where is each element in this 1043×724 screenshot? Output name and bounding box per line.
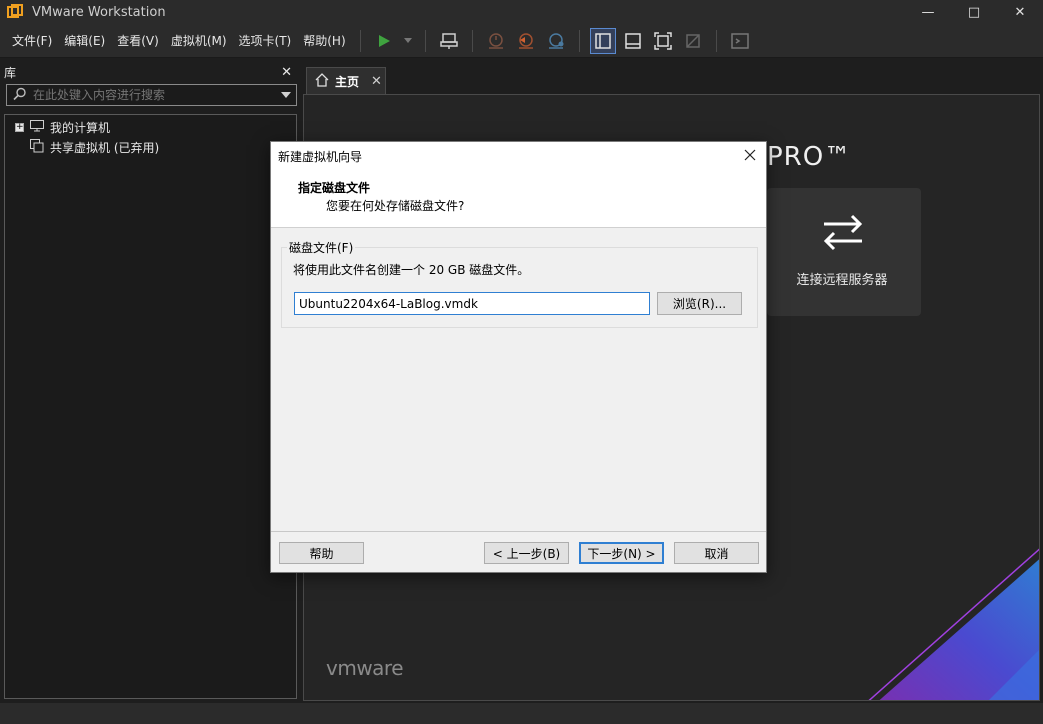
back-button[interactable]: < 上一步(B) xyxy=(484,542,569,564)
menu-view[interactable]: 查看(V) xyxy=(111,24,165,58)
library-view-icon[interactable] xyxy=(589,27,616,54)
console-icon[interactable] xyxy=(727,28,753,54)
menu-help[interactable]: 帮助(H) xyxy=(297,24,351,58)
library-header: 库 ✕ xyxy=(0,62,300,82)
menu-vm[interactable]: 虚拟机(M) xyxy=(165,24,233,58)
dialog-title: 新建虚拟机向导 xyxy=(278,150,363,164)
connect-remote-server-label[interactable]: 连接远程服务器 xyxy=(767,269,917,288)
library-close-icon[interactable]: ✕ xyxy=(281,65,292,80)
disk-file-description: 将使用此文件名创建一个 20 GB 磁盘文件。 xyxy=(293,263,530,277)
browse-button[interactable]: 浏览(R)... xyxy=(657,292,742,315)
dialog-title-bar: 新建虚拟机向导 xyxy=(271,142,766,171)
menu-edit[interactable]: 编辑(E) xyxy=(58,24,111,58)
menu-tabs[interactable]: 选项卡(T) xyxy=(233,24,298,58)
thumbnail-view-icon[interactable] xyxy=(620,28,646,54)
expand-icon[interactable]: + xyxy=(15,122,24,132)
status-bar xyxy=(0,703,1043,724)
decorative-gradient-graphic xyxy=(868,548,1039,700)
window-title: VMware Workstation xyxy=(32,4,166,20)
search-icon xyxy=(13,87,27,104)
dialog-close-icon[interactable] xyxy=(742,147,758,163)
dialog-header: 指定磁盘文件 您要在何处存储磁盘文件? xyxy=(271,171,766,228)
menu-file[interactable]: 文件(F) xyxy=(6,24,58,58)
dropdown-icon[interactable] xyxy=(401,28,415,54)
new-vm-wizard-dialog: 新建虚拟机向导 指定磁盘文件 您要在何处存储磁盘文件? 磁盘文件(F) 将使用此… xyxy=(270,141,767,573)
pro-logo: PRO™ xyxy=(767,142,852,172)
disk-file-group-label: 磁盘文件(F) xyxy=(287,239,356,256)
unity-icon[interactable] xyxy=(680,28,706,54)
title-bar: VMware Workstation — □ ✕ xyxy=(0,0,1043,24)
close-button[interactable]: ✕ xyxy=(997,0,1043,24)
tab-home[interactable]: 主页 ✕ xyxy=(306,67,386,94)
library-title: 库 xyxy=(4,65,17,80)
tree-item-shared-vms[interactable]: 共享虚拟机 (已弃用) xyxy=(30,138,159,156)
dialog-step-subtitle: 您要在何处存储磁盘文件? xyxy=(326,199,465,213)
toolbar-separator xyxy=(715,29,717,52)
snapshot-manager-icon[interactable] xyxy=(543,28,569,54)
menu-bar: 文件(F) 编辑(E) 查看(V) 虚拟机(M) 选项卡(T) 帮助(H) xyxy=(0,24,1043,58)
toolbar-separator xyxy=(359,29,361,52)
play-icon[interactable] xyxy=(371,28,397,54)
next-button[interactable]: 下一步(N) > xyxy=(579,542,664,564)
tree-item-my-computer[interactable]: + 我的计算机 xyxy=(15,118,110,136)
home-icon xyxy=(315,72,329,90)
tree-item-label: 共享虚拟机 (已弃用) xyxy=(50,140,160,155)
send-ctrl-alt-del-icon[interactable] xyxy=(436,28,462,54)
snapshot-icon[interactable] xyxy=(483,28,509,54)
computer-icon xyxy=(30,119,44,135)
toolbar-separator xyxy=(471,29,473,52)
shared-vm-icon xyxy=(30,138,44,156)
tree-item-label: 我的计算机 xyxy=(50,120,111,135)
revert-snapshot-icon[interactable] xyxy=(513,28,539,54)
tab-strip: 主页 ✕ xyxy=(303,64,1043,94)
vmware-logo-icon xyxy=(6,3,24,21)
disk-file-group xyxy=(281,247,758,328)
dialog-step-title: 指定磁盘文件 xyxy=(298,181,371,195)
minimize-button[interactable]: — xyxy=(905,0,951,24)
search-input[interactable] xyxy=(33,88,263,102)
search-dropdown-icon[interactable] xyxy=(281,92,291,98)
library-tree: + 我的计算机 共享虚拟机 (已弃用) xyxy=(4,114,297,699)
cancel-button[interactable]: 取消 xyxy=(674,542,759,564)
connect-remote-server-card[interactable] xyxy=(767,188,921,316)
library-search-box[interactable] xyxy=(6,84,297,106)
tab-home-label: 主页 xyxy=(335,74,360,89)
swap-arrows-icon xyxy=(823,214,863,251)
disk-file-input[interactable] xyxy=(294,292,650,315)
fullscreen-icon[interactable] xyxy=(650,28,676,54)
vmware-brand-logo: vmware xyxy=(326,656,404,680)
toolbar-separator xyxy=(424,29,426,52)
dialog-footer: 帮助 < 上一步(B) 下一步(N) > 取消 xyxy=(271,532,766,572)
help-button[interactable]: 帮助 xyxy=(279,542,364,564)
maximize-button[interactable]: □ xyxy=(951,0,997,24)
tab-close-icon[interactable]: ✕ xyxy=(371,74,382,89)
toolbar-separator xyxy=(578,29,580,52)
